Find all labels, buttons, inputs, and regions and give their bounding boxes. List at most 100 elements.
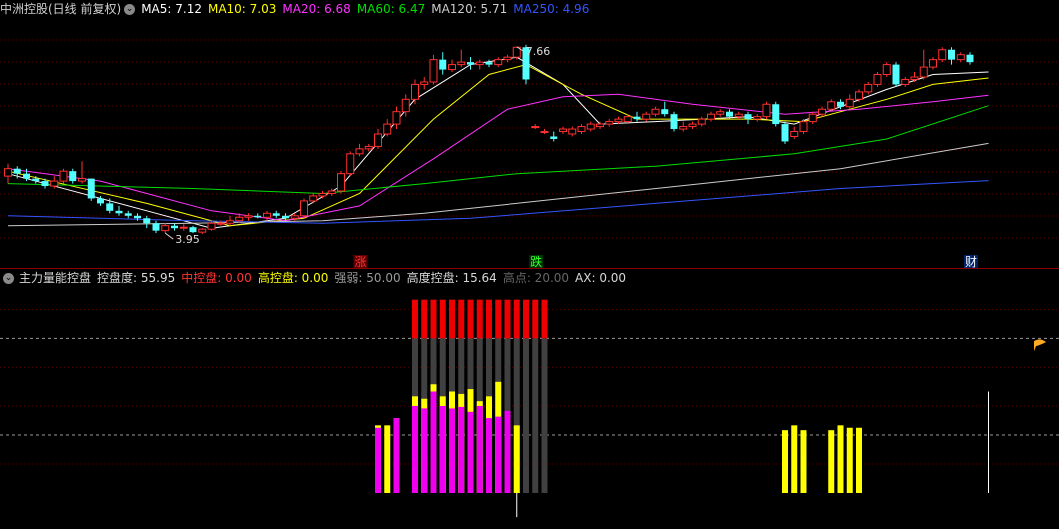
candle-body-103 <box>956 54 965 61</box>
candle-body-31 <box>290 215 299 219</box>
yellow-bar-85 <box>791 425 798 493</box>
candle-body-62 <box>577 126 586 133</box>
candle-body-78 <box>726 111 733 117</box>
magenta-bar-53 <box>495 416 502 493</box>
red-bar-45 <box>421 299 428 339</box>
candle-body-52 <box>485 62 493 65</box>
candle-body-104 <box>966 54 974 63</box>
red-bar-52 <box>486 299 492 339</box>
candle-body-81 <box>753 116 762 120</box>
candle-body-19 <box>179 226 188 229</box>
candle-body-53 <box>494 59 503 66</box>
candle-body-58 <box>540 131 549 134</box>
candle-body-27 <box>254 215 262 218</box>
candle-body-8 <box>78 178 86 182</box>
candle-body-89 <box>827 101 836 110</box>
candle-body-95 <box>882 64 891 76</box>
yellow-bar-89 <box>828 430 835 493</box>
candle-body-83 <box>772 104 780 125</box>
candle-body-32 <box>300 200 308 217</box>
candle-body-101 <box>938 49 947 61</box>
magenta-bar-54 <box>504 410 511 493</box>
candle-body-69 <box>642 113 651 120</box>
candle-body-64 <box>596 123 604 128</box>
low-pointer <box>164 232 174 240</box>
candle-body-86 <box>799 121 808 133</box>
red-bar-58 <box>541 299 548 339</box>
yellow-bar-55 <box>513 425 520 493</box>
candle-body-88 <box>818 108 826 115</box>
candle-body-33 <box>309 195 318 202</box>
magenta-bar-47 <box>439 406 446 493</box>
candle-body-7 <box>69 171 77 182</box>
candle-body-6 <box>59 170 68 182</box>
candle-body-21 <box>198 228 207 233</box>
candle-body-24 <box>226 220 234 224</box>
candle-body-93 <box>864 83 873 93</box>
candle-body-4 <box>41 181 49 187</box>
yellow-bar-92 <box>856 427 862 493</box>
red-bar-46 <box>430 299 437 339</box>
candle-body-35 <box>327 190 336 194</box>
magenta-bar-45 <box>421 408 428 493</box>
ma-line-MA250 <box>7 180 989 224</box>
candle-body-40 <box>374 133 382 147</box>
candle-body-41 <box>383 123 392 135</box>
candle-body-22 <box>207 222 216 230</box>
candle-body-28 <box>263 212 271 218</box>
candle-body-14 <box>134 215 141 219</box>
ma-line-MA5 <box>7 56 989 229</box>
candle-body-2 <box>23 173 30 179</box>
candle-body-79 <box>734 113 743 118</box>
candle-body-90 <box>837 101 844 107</box>
candle-body-80 <box>744 114 752 120</box>
candle-body-42 <box>392 111 401 125</box>
candle-body-30 <box>282 215 289 219</box>
candle-body-13 <box>124 213 132 216</box>
candle-body-102 <box>948 49 955 60</box>
yellow-bar-90 <box>837 425 844 493</box>
magenta-bar-52 <box>486 418 492 493</box>
candle-body-60 <box>559 128 567 133</box>
magenta-bar-49 <box>458 406 465 493</box>
magenta-bar-44 <box>412 406 418 493</box>
magenta-bar-48 <box>449 408 455 493</box>
event-marker-2: 财 <box>965 255 977 269</box>
red-bar-56 <box>523 299 529 339</box>
candle-body-20 <box>189 227 197 233</box>
candle-body-75 <box>697 118 706 125</box>
candle-body-68 <box>633 116 641 120</box>
candle-body-5 <box>50 180 59 187</box>
candle-body-72 <box>670 114 678 130</box>
red-bar-55 <box>513 299 520 339</box>
candle-body-3 <box>32 178 40 182</box>
candle-body-44 <box>411 83 419 100</box>
candle-body-100 <box>929 59 937 68</box>
red-bar-50 <box>467 299 474 339</box>
red-bar-53 <box>495 299 502 339</box>
candle-body-1 <box>13 168 21 174</box>
candle-body-92 <box>855 91 863 100</box>
flag-icon <box>1034 339 1046 352</box>
candle-body-96 <box>892 64 900 85</box>
red-bar-54 <box>504 299 511 339</box>
red-bar-51 <box>476 299 483 339</box>
candle-body-50 <box>467 62 474 65</box>
candle-body-82 <box>762 103 771 118</box>
candle-body-65 <box>605 121 614 125</box>
candle-body-11 <box>106 203 114 211</box>
red-bar-49 <box>458 299 465 339</box>
low-price-label: 3.95 <box>175 233 200 246</box>
magenta-bar-42 <box>393 418 400 493</box>
magenta-bar-51 <box>476 406 483 493</box>
candle-body-36 <box>337 173 345 192</box>
red-bar-48 <box>449 299 455 339</box>
candle-body-47 <box>439 59 447 70</box>
magenta-bar-40 <box>375 427 381 493</box>
candle-body-9 <box>87 178 95 199</box>
magenta-bar-46 <box>430 391 437 493</box>
red-bar-44 <box>412 299 418 339</box>
magenta-bar-50 <box>467 411 474 493</box>
candle-body-84 <box>781 124 789 142</box>
candle-body-46 <box>429 59 438 83</box>
